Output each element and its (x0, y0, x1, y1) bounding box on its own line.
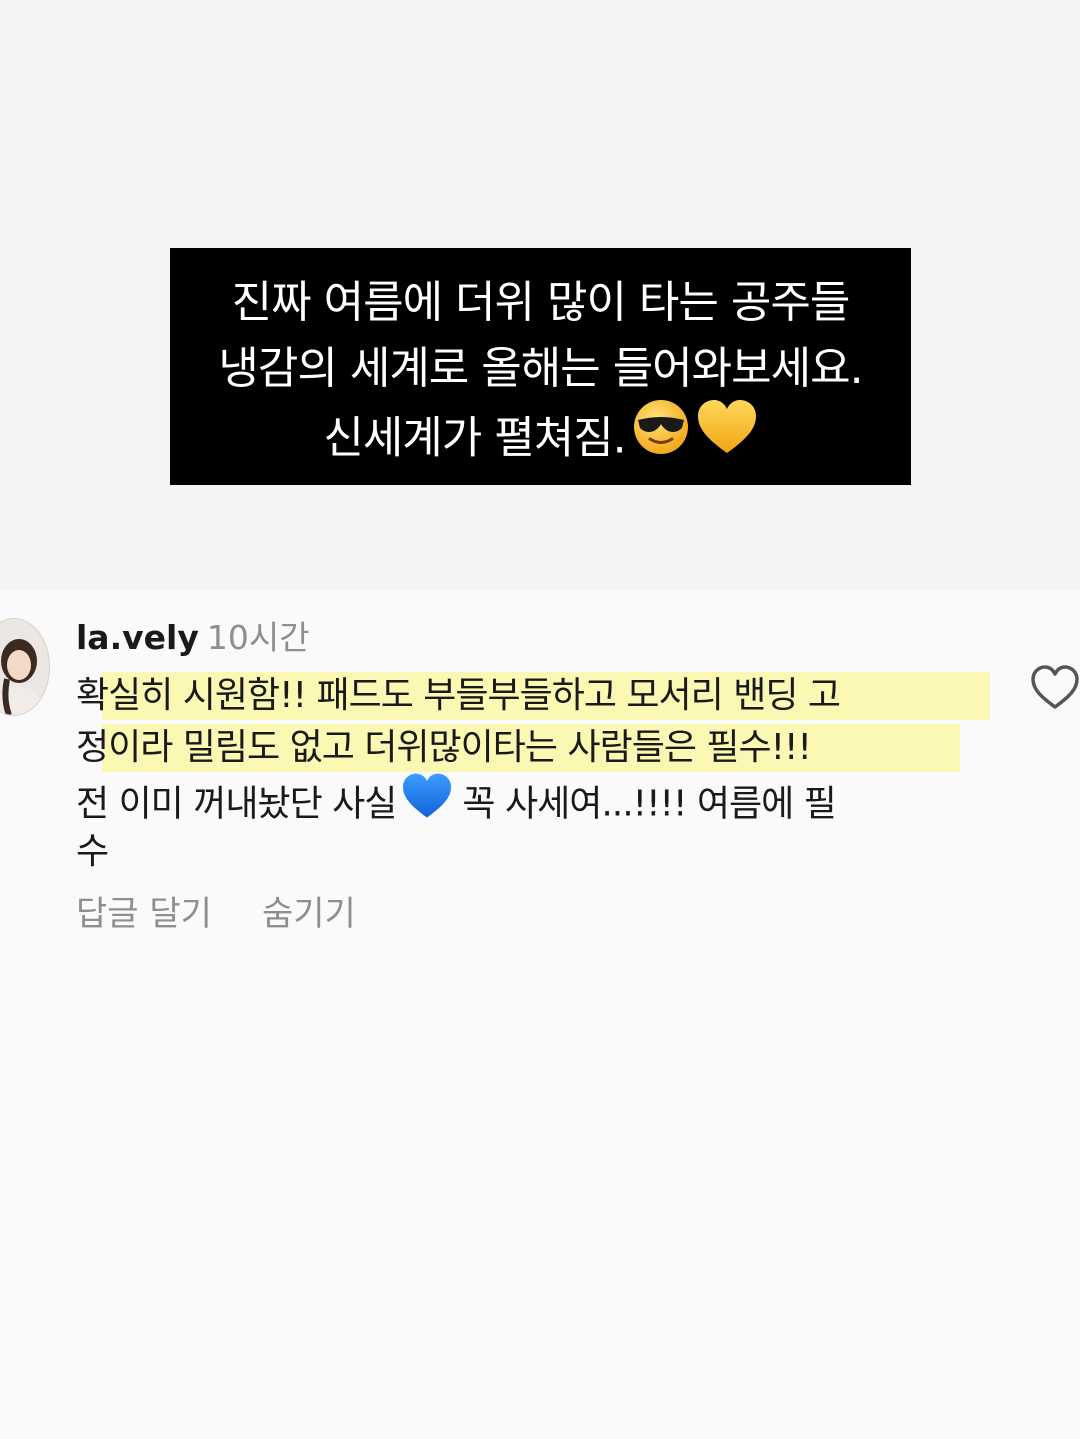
like-heart-icon[interactable] (1030, 664, 1080, 714)
reply-button[interactable]: 답글 달기 (76, 894, 212, 934)
comment-line-3-text: 전 이미 꺼내놨단 사실 (76, 783, 397, 825)
comment-line-2: 정이라 밀림도 없고 더위많이타는 사람들은 필수!!! (76, 727, 812, 768)
comment-header: la.vely 10시간 (76, 616, 310, 660)
comment-line-1: 확실히 시원함!! 패드도 부들부들하고 모서리 밴딩 고 (76, 675, 841, 716)
caption-line-3-text: 신세계가 펼쳐짐. (323, 412, 626, 464)
hide-button[interactable]: 숨기기 (262, 894, 356, 934)
comment-line-3: 전 이미 꺼내놨단 사실 꼭 사세여...!!!! 여름에 필 (76, 773, 996, 826)
story-caption-box: 진짜 여름에 더위 많이 타는 공주들 냉감의 세계로 올해는 들어와보세요. … (170, 248, 911, 485)
comment-line-3-tail: 꼭 사세여...!!!! 여름에 필 (462, 783, 836, 825)
sunglasses-smiley-icon (632, 398, 690, 475)
yellow-heart-icon (696, 398, 758, 475)
comment-text: 확실히 시원함!! 패드도 부들부들하고 모서리 밴딩 고 정이라 밀림도 없고… (76, 670, 996, 878)
caption-line-3: 신세계가 펼쳐짐. (190, 400, 891, 479)
comment-line-4: 수 (76, 831, 109, 872)
caption-line-2: 냉감의 세계로 올해는 들어와보세요. (218, 343, 863, 394)
comment-time: 10시간 (206, 618, 310, 657)
comment-actions: 답글 달기 숨기기 (76, 892, 356, 936)
caption-line-1: 진짜 여름에 더위 많이 타는 공주들 (231, 277, 851, 328)
comment-username[interactable]: la.vely (76, 618, 199, 657)
